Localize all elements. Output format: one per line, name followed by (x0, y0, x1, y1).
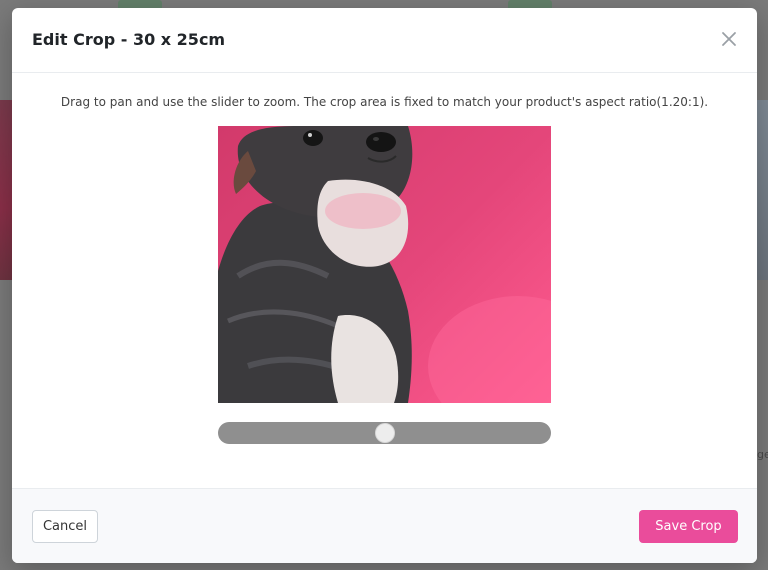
edit-crop-modal: Edit Crop - 30 x 25cm Drag to pan and us… (12, 8, 757, 563)
crop-area[interactable] (218, 126, 551, 403)
close-button[interactable] (719, 29, 739, 49)
save-crop-button[interactable]: Save Crop (639, 510, 738, 543)
modal-title: Edit Crop - 30 x 25cm (32, 30, 226, 49)
crop-instructions: Drag to pan and use the slider to zoom. … (60, 95, 709, 109)
modal-header: Edit Crop - 30 x 25cm (12, 8, 757, 73)
close-icon (722, 32, 736, 46)
modal-footer: Cancel Save Crop (12, 488, 757, 563)
zoom-slider[interactable] (218, 422, 551, 444)
zoom-slider-handle[interactable] (374, 423, 395, 443)
cancel-button[interactable]: Cancel (32, 510, 98, 543)
background-text: ge (757, 448, 768, 461)
modal-body: Drag to pan and use the slider to zoom. … (12, 73, 757, 489)
dog-photo (218, 126, 551, 403)
